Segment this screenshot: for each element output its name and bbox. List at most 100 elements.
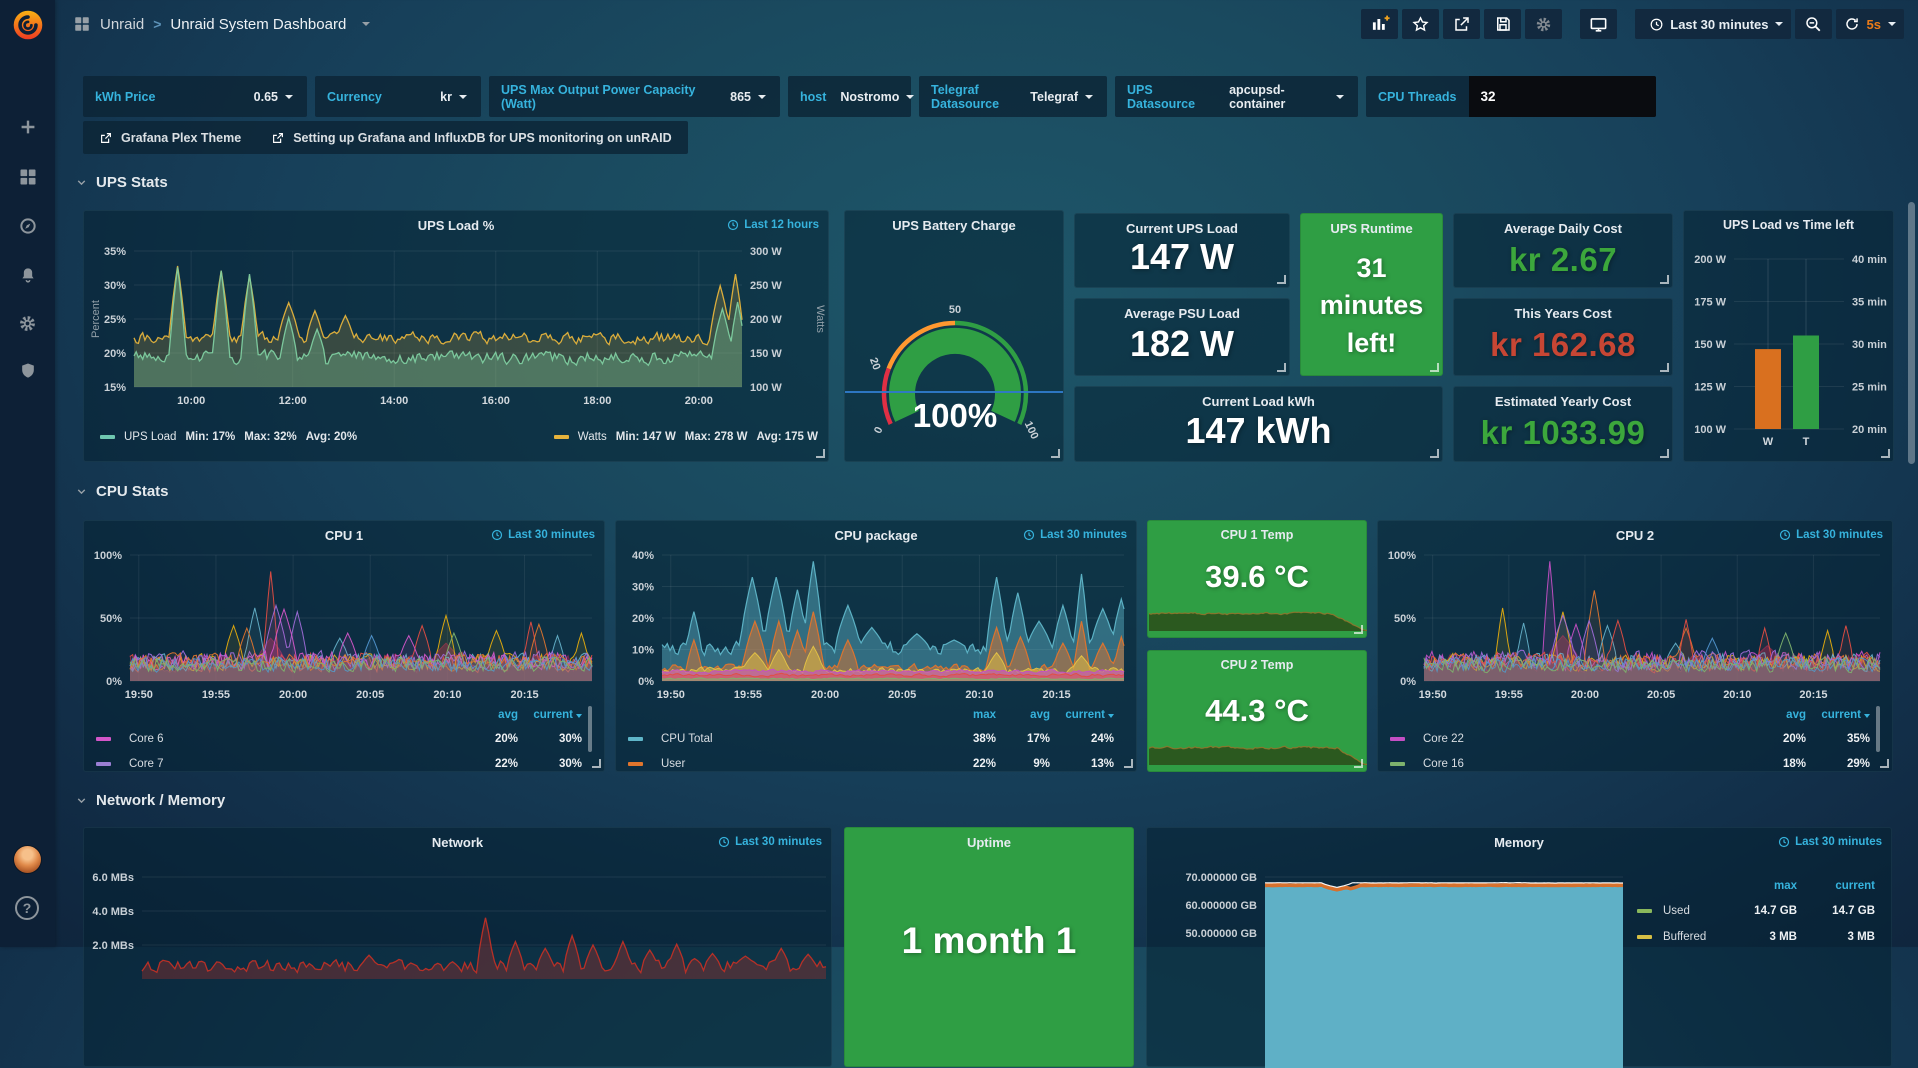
help-icon[interactable]: ? xyxy=(15,896,39,920)
cpu-threads-input[interactable] xyxy=(1469,76,1656,117)
panel-title[interactable]: UPS Battery Charge xyxy=(845,218,1063,233)
panel-title[interactable]: CPU 2 Temp xyxy=(1148,658,1366,672)
panel-title[interactable]: Current Load kWh xyxy=(1075,394,1442,409)
panel-title[interactable]: Estimated Yearly Cost xyxy=(1454,394,1672,409)
legend-col-current[interactable]: current xyxy=(518,709,582,721)
cycle-view-mode-button[interactable] xyxy=(1580,9,1617,39)
network-chart[interactable]: 6.0 MBs4.0 MBs2.0 MBs xyxy=(84,828,833,1068)
sidebar-explore-button[interactable] xyxy=(0,206,55,246)
variable-ups-max-output[interactable]: UPS Max Output Power Capacity (Watt) 865 xyxy=(489,76,780,117)
share-dashboard-button[interactable] xyxy=(1443,9,1480,39)
legend-col-current[interactable]: current xyxy=(1806,709,1870,721)
panel-resize-handle[interactable] xyxy=(1277,363,1286,372)
panel-title[interactable]: Average Daily Cost xyxy=(1454,221,1672,236)
zoom-out-time-button[interactable] xyxy=(1795,9,1832,39)
panel-title[interactable]: CPU 1 Temp xyxy=(1148,528,1366,542)
panel-timerange[interactable]: Last 12 hours xyxy=(727,219,819,231)
legend-row-core22[interactable]: Core 22 20% 35% xyxy=(1390,726,1870,751)
panel-resize-handle[interactable] xyxy=(1881,449,1890,458)
section-network-memory[interactable]: Network / Memory xyxy=(75,792,225,809)
refresh-icon[interactable] xyxy=(1844,16,1860,32)
panel-resize-handle[interactable] xyxy=(1277,275,1286,284)
sidebar-configuration-button[interactable] xyxy=(0,303,55,343)
svg-text:20:00: 20:00 xyxy=(1571,689,1599,701)
panel-resize-handle[interactable] xyxy=(592,759,601,768)
svg-text:50%: 50% xyxy=(1394,613,1416,625)
legend-scrollbar[interactable] xyxy=(1876,706,1880,752)
panel-timerange[interactable]: Last 30 minutes xyxy=(491,529,595,541)
legend-col-max[interactable]: max xyxy=(1721,880,1797,892)
legend-col-avg[interactable]: avg xyxy=(996,709,1050,721)
legend-row-user[interactable]: User 22% 9% 13% xyxy=(628,751,1114,776)
time-range-picker[interactable]: Last 30 minutes xyxy=(1635,9,1790,39)
sidebar-alerting-button[interactable] xyxy=(0,255,55,295)
panel-title[interactable]: UPS Runtime xyxy=(1301,221,1442,236)
save-dashboard-button[interactable] xyxy=(1484,9,1521,39)
grafana-logo[interactable] xyxy=(9,6,46,43)
panel-timerange[interactable]: Last 30 minutes xyxy=(1778,836,1882,848)
panel-title[interactable]: Average PSU Load xyxy=(1075,306,1289,321)
legend-row-cpu-total[interactable]: CPU Total 38% 17% 24% xyxy=(628,726,1114,751)
section-cpu-stats[interactable]: CPU Stats xyxy=(75,483,169,500)
legend-row-core7[interactable]: Core 7 22% 30% xyxy=(96,751,582,776)
panel-resize-handle[interactable] xyxy=(1880,759,1889,768)
sidebar-dashboards-button[interactable] xyxy=(0,157,55,197)
sidebar-create-button[interactable] xyxy=(0,107,55,147)
variable-currency[interactable]: Currency kr xyxy=(315,76,481,117)
legend-col-max[interactable]: max xyxy=(942,709,996,721)
panel-timerange[interactable]: Last 30 minutes xyxy=(718,836,822,848)
panel-resize-handle[interactable] xyxy=(1430,363,1439,372)
variable-host[interactable]: host Nostromo xyxy=(788,76,911,117)
clock-icon xyxy=(491,529,503,541)
panel-resize-handle[interactable] xyxy=(816,449,825,458)
panel-resize-handle[interactable] xyxy=(1354,625,1363,634)
panel-title[interactable]: This Years Cost xyxy=(1454,306,1672,321)
breadcrumb-dashboard-title[interactable]: Unraid System Dashboard xyxy=(170,16,346,33)
refresh-interval-value[interactable]: 5s xyxy=(1867,17,1881,32)
panel-title[interactable]: UPS Load % xyxy=(84,218,828,233)
svg-text:150 W: 150 W xyxy=(750,348,782,360)
ups-load-vs-time-bar-chart[interactable]: 200 W175 W150 W125 W100 W40 min35 min30 … xyxy=(1684,211,1895,463)
link-grafana-plex-theme[interactable]: Grafana Plex Theme xyxy=(99,131,241,145)
dashboard-dropdown-caret[interactable] xyxy=(362,22,370,26)
panel-resize-handle[interactable] xyxy=(1051,449,1060,458)
ups-battery-gauge[interactable]: 02050100100% xyxy=(845,211,1065,463)
legend-col-avg[interactable]: avg xyxy=(1746,709,1806,721)
panel-resize-handle[interactable] xyxy=(1124,759,1133,768)
legend-row-used[interactable]: Used 14.7 GB 14.7 GB xyxy=(1637,898,1875,924)
variable-ups-datasource[interactable]: UPS Datasource apcupsd-container xyxy=(1115,76,1358,117)
link-ups-monitoring-guide[interactable]: Setting up Grafana and InfluxDB for UPS … xyxy=(271,131,671,145)
add-panel-button[interactable] xyxy=(1361,9,1398,39)
legend-scrollbar[interactable] xyxy=(588,706,592,752)
panel-title[interactable]: Current UPS Load xyxy=(1075,221,1289,236)
dashboard-settings-button[interactable] xyxy=(1525,9,1562,39)
user-avatar[interactable] xyxy=(14,846,41,873)
refresh-picker[interactable]: 5s xyxy=(1836,9,1904,39)
panel-resize-handle[interactable] xyxy=(1354,759,1363,768)
variable-telegraf-datasource[interactable]: Telegraf Datasource Telegraf xyxy=(919,76,1107,117)
legend-col-avg[interactable]: avg xyxy=(458,709,518,721)
breadcrumb-folder[interactable]: Unraid xyxy=(100,16,144,33)
panel-timerange[interactable]: Last 30 minutes xyxy=(1023,529,1127,541)
star-dashboard-button[interactable] xyxy=(1402,9,1439,39)
legend-row-core16[interactable]: Core 16 18% 29% xyxy=(1390,751,1870,776)
sidebar-server-admin-button[interactable] xyxy=(0,351,55,391)
variable-kwh-price[interactable]: kWh Price 0.65 xyxy=(83,76,307,117)
panel-resize-handle[interactable] xyxy=(1660,275,1669,284)
panel-title[interactable]: UPS Load vs Time left xyxy=(1684,218,1893,232)
legend-col-current[interactable]: current xyxy=(1050,709,1114,721)
legend-col-current[interactable]: current xyxy=(1797,880,1875,892)
panel-title[interactable]: Uptime xyxy=(845,835,1133,850)
page-scrollbar-thumb[interactable] xyxy=(1908,202,1915,464)
panel-resize-handle[interactable] xyxy=(1660,363,1669,372)
panel-resize-handle[interactable] xyxy=(1430,449,1439,458)
legend-row-buffered[interactable]: Buffered 3 MB 3 MB xyxy=(1637,924,1875,950)
svg-text:250 W: 250 W xyxy=(750,280,782,292)
panel-resize-handle[interactable] xyxy=(1660,449,1669,458)
ups-load-chart[interactable]: 10:0012:0014:0016:0018:0020:0035%30%25%2… xyxy=(84,211,830,463)
legend-series-ups-load[interactable]: UPS Load Min: 17% Max: 32% Avg: 20% xyxy=(100,431,357,443)
panel-timerange[interactable]: Last 30 minutes xyxy=(1779,529,1883,541)
legend-row-core6[interactable]: Core 6 20% 30% xyxy=(96,726,582,751)
legend-series-watts[interactable]: Watts Min: 147 W Max: 278 W Avg: 175 W xyxy=(554,431,818,443)
section-ups-stats[interactable]: UPS Stats xyxy=(75,174,168,191)
